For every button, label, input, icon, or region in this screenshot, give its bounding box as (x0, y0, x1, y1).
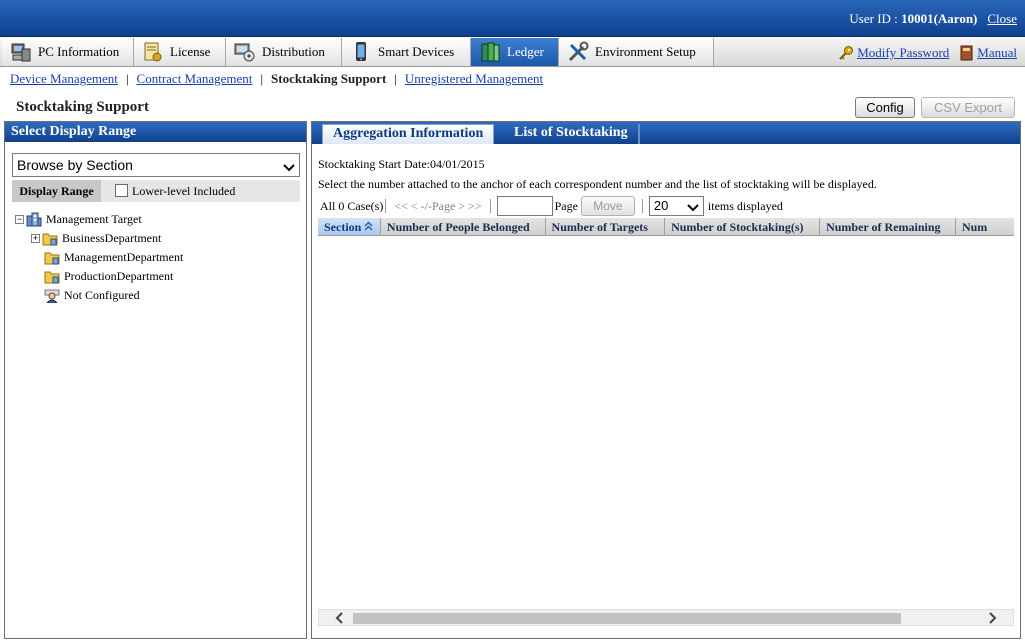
stocktaking-content-panel: Aggregation Information List of Stocktak… (311, 121, 1021, 639)
items-per-page-select[interactable]: 20 (648, 196, 704, 216)
pager-separator (641, 199, 643, 213)
tab-label: Ledger (507, 44, 544, 59)
pc-icon (10, 41, 32, 63)
user-unassigned-icon (44, 288, 60, 304)
items-displayed-label: items displayed (707, 198, 783, 213)
tab-distribution[interactable]: Distribution (226, 38, 342, 66)
tree-node-management-department[interactable]: ManagementDepartment (15, 248, 183, 267)
table-header: Section Number of People Belonged Number… (318, 218, 1014, 236)
ledger-icon (479, 41, 501, 63)
subnav-device-management[interactable]: Device Management (10, 71, 118, 87)
folder-icon (42, 231, 58, 246)
display-range-bar: Display Range Lower-level Included (12, 180, 300, 202)
browse-selected-value: Browse by Section (17, 157, 133, 173)
user-id-value: 10001(Aaron) (901, 11, 978, 26)
lower-level-label: Lower-level Included (132, 184, 236, 198)
user-id-label: User ID : (849, 11, 902, 26)
column-header-targets[interactable]: Number of Targets (546, 218, 666, 235)
tab-label: PC Information (38, 44, 120, 59)
sort-ascending-icon (364, 220, 373, 234)
distribution-icon (234, 41, 256, 63)
page-number-input[interactable] (496, 196, 553, 216)
csv-export-button[interactable]: CSV Export (921, 97, 1015, 118)
scrollbar-thumb[interactable] (353, 613, 901, 624)
column-header-people-belonged[interactable]: Number of People Belonged (381, 218, 546, 235)
display-range-label: Display Range (12, 180, 101, 202)
stocktaking-start-date: Stocktaking Start Date:04/01/2015 (318, 157, 485, 171)
horizontal-scrollbar[interactable] (318, 609, 1014, 626)
config-button[interactable]: Config (855, 97, 915, 118)
tab-pc-information[interactable]: PC Information (2, 38, 134, 66)
section-tree: − Management Target + BusinessDepartment… (15, 210, 183, 305)
manual-link[interactable]: Manual (977, 45, 1017, 61)
subnav-separator: | (125, 71, 129, 86)
folder-icon (44, 250, 60, 265)
top-bar: User ID : 10001(Aaron) Close (0, 0, 1025, 37)
browse-by-select[interactable]: Browse by Section (12, 153, 300, 177)
subnav-unregistered-management[interactable]: Unregistered Management (405, 71, 543, 87)
tab-label: Distribution (262, 44, 325, 59)
top-links: Modify Password Manual (838, 45, 1017, 61)
page-title: Stocktaking Support (16, 99, 149, 115)
tab-label: License (170, 44, 211, 59)
select-display-range-panel: Select Display Range Browse by Section D… (4, 121, 307, 639)
page-label: Page (554, 198, 578, 213)
tree-label: ProductionDepartment (64, 269, 174, 283)
column-header-stocktaking[interactable]: Number of Stocktaking(s) (665, 218, 821, 235)
license-icon (142, 41, 164, 63)
tree-label: Not Configured (64, 288, 140, 302)
lower-level-checkbox[interactable] (115, 184, 128, 197)
tab-ledger[interactable]: Ledger (471, 38, 559, 66)
move-button[interactable]: Move (580, 196, 635, 216)
key-icon (838, 45, 854, 61)
tree-node-root[interactable]: − Management Target (15, 210, 183, 229)
instruction-text: Select the number attached to the anchor… (318, 177, 877, 191)
tab-environment-setup[interactable]: Environment Setup (559, 38, 714, 66)
content-tab-bar: Aggregation Information List of Stocktak… (312, 122, 1020, 144)
panel-title: Select Display Range (5, 122, 306, 142)
smart-device-icon (350, 41, 372, 63)
manual-book-icon (958, 45, 974, 61)
chevron-down-icon (283, 160, 295, 172)
subnav-stocktaking-support: Stocktaking Support (271, 71, 387, 86)
scroll-left-icon[interactable] (333, 612, 347, 624)
tools-icon (567, 41, 589, 63)
tab-label: Smart Devices (378, 44, 455, 59)
tree-label: BusinessDepartment (62, 231, 162, 245)
expand-icon[interactable]: + (31, 234, 40, 243)
column-header-remaining[interactable]: Number of Remaining (820, 218, 956, 235)
tree-node-not-configured[interactable]: Not Configured (15, 286, 183, 305)
tab-smart-devices[interactable]: Smart Devices (342, 38, 471, 66)
sub-navigation: Device Management | Contract Management … (10, 71, 543, 87)
page-nav[interactable]: << < -/-Page > >> (394, 199, 481, 214)
tree-label: Management Target (46, 212, 142, 226)
tree-node-business-department[interactable]: + BusinessDepartment (15, 229, 183, 248)
column-header-section[interactable]: Section (318, 218, 381, 235)
tab-aggregation-information[interactable]: Aggregation Information (322, 124, 495, 144)
close-link[interactable]: Close (987, 11, 1017, 26)
scroll-right-icon[interactable] (985, 612, 999, 624)
column-header-num[interactable]: Num (956, 218, 1014, 235)
tab-label: Environment Setup (595, 44, 696, 59)
building-icon (26, 212, 42, 227)
user-info: User ID : 10001(Aaron) Close (849, 11, 1017, 27)
tab-license[interactable]: License (134, 38, 226, 66)
case-count: All 0 Case(s) (320, 198, 384, 213)
per-page-value: 20 (653, 198, 669, 213)
tree-node-production-department[interactable]: ProductionDepartment (15, 267, 183, 286)
pager-separator (489, 199, 491, 213)
pager: All 0 Case(s) << < -/-Page > >> Page Mov… (318, 194, 783, 218)
subnav-separator: | (394, 71, 397, 86)
subnav-contract-management[interactable]: Contract Management (137, 71, 253, 87)
pager-separator (385, 199, 387, 213)
modify-password-link[interactable]: Modify Password (857, 45, 949, 61)
tree-label: ManagementDepartment (64, 250, 184, 264)
subnav-separator: | (260, 71, 264, 86)
folder-icon (44, 269, 60, 284)
collapse-icon[interactable]: − (15, 215, 24, 224)
chevron-down-icon (687, 201, 699, 212)
tab-list-of-stocktaking[interactable]: List of Stocktaking (504, 124, 640, 144)
column-label: Section (324, 220, 362, 234)
